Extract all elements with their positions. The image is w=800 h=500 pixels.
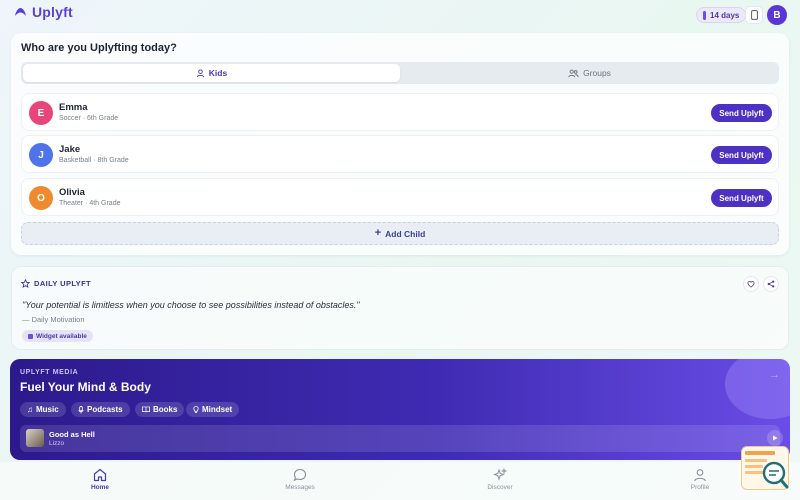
kid-avatar: O: [29, 186, 53, 210]
tab-groups-label: Groups: [583, 68, 611, 78]
nav-profile[interactable]: Profile: [670, 468, 730, 491]
app-name: Uplyft: [32, 4, 73, 20]
media-title: Fuel Your Mind & Body: [20, 380, 151, 394]
sparkles-icon: [493, 468, 507, 481]
play-icon: [773, 435, 778, 441]
star-icon: [21, 279, 30, 288]
quote-source: — Daily Motivation: [22, 315, 85, 324]
microphone-icon: [78, 405, 84, 414]
track-title: Good as Hell: [49, 430, 95, 439]
streak-bar-icon: [703, 10, 706, 20]
app-logo[interactable]: Uplyft: [14, 4, 73, 20]
group-icon: [568, 69, 579, 77]
user-icon: [694, 469, 706, 482]
kid-details: Basketball · 8th Grade: [59, 157, 129, 164]
nav-home-label: Home: [90, 484, 110, 491]
chip-label: Books: [153, 405, 178, 414]
chip-music[interactable]: ♫ Music: [20, 402, 66, 417]
share-button[interactable]: [763, 276, 779, 292]
tab-groups[interactable]: Groups: [402, 64, 777, 82]
play-button[interactable]: [767, 430, 783, 446]
who-title: Who are you Uplyfting today?: [21, 42, 177, 54]
kid-name: Olivia: [59, 187, 85, 198]
media-label: UPLYFT MEDIA: [20, 369, 79, 376]
chip-mindset[interactable]: Mindset: [186, 402, 240, 417]
widget-icon: [28, 333, 33, 339]
phone-icon: [750, 10, 758, 20]
tab-kids-label: Kids: [208, 68, 228, 78]
person-icon: [196, 68, 204, 77]
kid-row[interactable]: E Emma Soccer · 6th Grade Send Uplyft: [21, 93, 779, 131]
send-uplyft-button[interactable]: Send Uplyft: [711, 146, 772, 164]
nav-profile-label: Profile: [690, 484, 710, 491]
kid-avatar: E: [29, 101, 53, 125]
now-playing-bar[interactable]: Good as Hell Lizzo: [20, 425, 783, 452]
add-child-button[interactable]: + Add Child: [21, 222, 779, 245]
nav-messages[interactable]: Messages: [270, 468, 330, 491]
media-card: UPLYFT MEDIA Fuel Your Mind & Body → ♫ M…: [10, 359, 790, 460]
streak-badge[interactable]: 14 days: [696, 7, 747, 23]
add-child-label: Add Child: [385, 228, 426, 239]
kid-row[interactable]: O Olivia Theater · 4th Grade Send Uplyft: [21, 178, 779, 216]
daily-label: DAILY UPLYFT: [34, 279, 92, 288]
nav-discover[interactable]: Discover: [470, 468, 530, 491]
streak-label: 14 days: [710, 10, 740, 20]
favorite-button[interactable]: [743, 276, 759, 292]
audience-tabs: Kids Groups: [21, 62, 779, 84]
plus-icon: +: [374, 227, 382, 239]
kid-name: Jake: [59, 144, 81, 155]
nav-home[interactable]: Home: [70, 468, 130, 491]
chip-label: Mindset: [202, 405, 233, 414]
album-art: [26, 429, 44, 447]
decorative-glow: [725, 359, 790, 419]
kid-details: Soccer · 6th Grade: [59, 115, 119, 122]
daily-quote: "Your potential is limitless when you ch…: [22, 300, 360, 310]
lightbulb-icon: [193, 405, 199, 413]
user-avatar[interactable]: B: [767, 5, 787, 25]
heart-icon: [747, 280, 755, 288]
widget-badge-label: Widget available: [36, 332, 87, 340]
track-artist: Lizzo: [49, 440, 65, 447]
send-uplyft-button[interactable]: Send Uplyft: [711, 104, 772, 122]
kid-avatar: J: [29, 143, 53, 167]
share-icon: [767, 280, 775, 288]
floating-helper-widget[interactable]: [741, 446, 789, 490]
chat-bubble-icon: [293, 468, 307, 482]
who-card: Who are you Uplyfting today? Kids Groups…: [11, 33, 789, 255]
chip-podcasts[interactable]: Podcasts: [71, 402, 130, 417]
book-icon: [142, 406, 150, 413]
logo-mark-icon: [15, 7, 26, 16]
music-note-icon: ♫: [27, 405, 33, 414]
kid-name: Emma: [59, 102, 88, 113]
send-uplyft-button[interactable]: Send Uplyft: [711, 189, 772, 207]
tab-kids[interactable]: Kids: [23, 64, 400, 82]
search-document-icon: [745, 451, 789, 489]
widget-badge[interactable]: Widget available: [22, 330, 93, 342]
phone-button[interactable]: [745, 6, 763, 24]
chip-label: Podcasts: [87, 405, 123, 414]
daily-uplyft-card: DAILY UPLYFT "Your potential is limitles…: [11, 266, 789, 350]
kid-row[interactable]: J Jake Basketball · 8th Grade Send Uplyf…: [21, 135, 779, 173]
arrow-right-icon[interactable]: →: [769, 369, 780, 381]
chip-label: Music: [36, 405, 59, 414]
daily-header: DAILY UPLYFT: [21, 279, 91, 288]
top-header: Uplyft 14 days B: [0, 0, 800, 30]
chip-books[interactable]: Books: [135, 402, 185, 417]
home-icon: [93, 468, 107, 482]
nav-discover-label: Discover: [487, 484, 513, 491]
bottom-nav: Home Messages Discover Profile: [0, 462, 800, 500]
nav-messages-label: Messages: [285, 484, 315, 491]
kid-details: Theater · 4th Grade: [59, 200, 121, 207]
